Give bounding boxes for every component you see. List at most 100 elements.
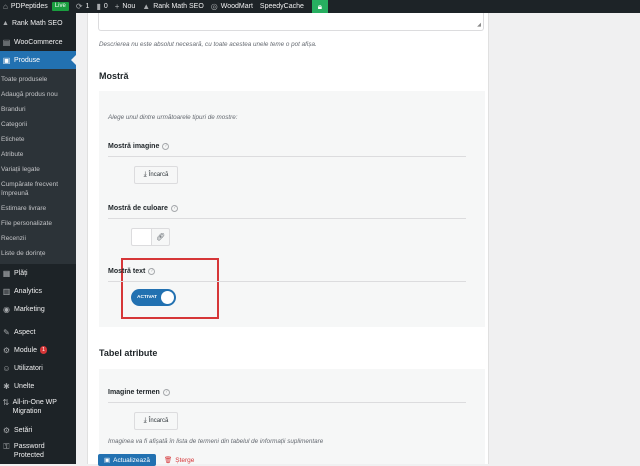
new-item[interactable]: + Nou	[115, 0, 136, 13]
description-help: Descrierea nu este absolut necesară, cu …	[99, 41, 317, 48]
delete-link[interactable]: 🗑︎ Șterge	[164, 456, 195, 465]
wrench-icon: ✱	[3, 381, 10, 391]
sidebar-item-label: Module	[14, 346, 37, 354]
woodmart-label: WoodMart	[220, 3, 253, 10]
submenu-item[interactable]: Etichete	[0, 132, 76, 147]
lock-icon: 🔒︎	[317, 1, 323, 11]
plugin-icon: ⚙	[2, 345, 11, 355]
toggle-knob	[161, 291, 174, 304]
image-swatch-label: Mostră imagine ?	[108, 143, 170, 150]
resize-grip-icon[interactable]: ◢	[477, 22, 481, 28]
submenu-item[interactable]: Variații legate	[0, 162, 76, 177]
toggle-label: ACTIVAT	[137, 295, 158, 300]
sidebar-item-label: Aspect	[14, 328, 36, 336]
paintbrush-icon: ✎	[3, 327, 10, 337]
text-swatch-label-text: Mostră text	[108, 268, 146, 275]
sidebar-item-aio-migration[interactable]: ⇅ All-in-One WP Migration	[0, 395, 76, 421]
submenu-item[interactable]: Branduri	[0, 102, 76, 117]
sidebar-item-aspect[interactable]: ✎ Aspect	[0, 323, 76, 341]
sidebar-item-produse[interactable]: ▣ Produse	[0, 51, 76, 69]
sidebar-item-marketing[interactable]: ◉ Marketing	[0, 300, 76, 318]
help-icon[interactable]: ?	[148, 268, 156, 275]
sidebar-item-utilizatori[interactable]: ☺ Utilizatori	[0, 359, 76, 377]
migration-icon: ⇅	[2, 398, 10, 407]
home-icon: ⌂	[3, 2, 8, 11]
trash-icon: 🗑︎	[164, 457, 173, 464]
box-icon: ▣	[2, 55, 11, 65]
sidebar-item-plati[interactable]: ▦ Plăți	[0, 264, 76, 282]
help-icon[interactable]: ?	[162, 143, 170, 150]
sidebar-item-label: Plăți	[14, 269, 28, 277]
submenu-item[interactable]: Adaugă produs nou	[0, 87, 76, 102]
submenu-item[interactable]: File personalizate	[0, 216, 76, 231]
attribute-table-title: Tabel atribute	[99, 348, 158, 358]
color-swatch-label: Mostră de culoare ?	[108, 205, 178, 212]
delete-link-label: Șterge	[175, 456, 195, 464]
term-image-upload-button[interactable]: ⤓ Încarcă	[134, 412, 178, 430]
updates-count: 1	[85, 3, 90, 10]
color-swatch-preview[interactable]	[131, 228, 152, 246]
update-button[interactable]: ▣ Actualizează	[98, 454, 156, 466]
upload-icon: ⤓	[143, 171, 147, 178]
link-icon: 🔗︎	[156, 234, 165, 241]
description-textarea[interactable]: ◢	[98, 13, 484, 31]
submenu-item[interactable]: Toate produsele	[0, 72, 76, 87]
rankmath-label: Rank Math SEO	[153, 3, 204, 10]
sidebar-item-label: Produse	[14, 56, 41, 64]
help-icon[interactable]: ?	[162, 389, 170, 396]
upload-icon: ⤓	[143, 417, 147, 424]
text-swatch-label: Mostră text ?	[108, 268, 156, 275]
text-swatch-toggle[interactable]: ACTIVAT	[131, 289, 176, 306]
upload-button-label: Încarcă	[148, 172, 169, 178]
term-edit-card: ◢ Descrierea nu este absolut necesară, c…	[87, 13, 489, 464]
upload-button-label: Încarcă	[148, 418, 169, 424]
color-swatch-label-text: Mostră de culoare	[108, 205, 168, 212]
sidebar-item-label: All-in-One WP Migration	[12, 399, 57, 415]
sidebar-item-unelte[interactable]: ✱ Unelte	[0, 377, 76, 395]
sidebar-item-label: Marketing	[14, 305, 45, 313]
image-upload-button[interactable]: ⤓ Încarcă	[134, 166, 178, 184]
sidebar-item-label: Unelte	[14, 382, 35, 390]
action-bar: ▣ Actualizează 🗑︎ Șterge	[98, 454, 194, 466]
woodmart-bar-item[interactable]: ◎ WoodMart	[211, 0, 253, 13]
lock-icon: ⚿	[3, 442, 10, 451]
woocommerce-icon: ▤	[2, 37, 11, 47]
speedycache-bar-item[interactable]: SpeedyCache	[260, 0, 304, 13]
new-label: Nou	[122, 3, 136, 10]
divider	[108, 156, 466, 157]
payments-icon: ▦	[2, 268, 11, 278]
site-name[interactable]: PDPeptides	[11, 3, 48, 10]
submenu-item[interactable]: Recenzii	[0, 231, 76, 246]
help-icon[interactable]: ?	[170, 205, 178, 212]
swatch-section-title: Mostră	[99, 71, 129, 81]
submenu-item[interactable]: Liste de dorințe	[0, 246, 76, 261]
divider	[108, 402, 466, 403]
submenu-item[interactable]: Cumpărate frecvent împreună	[0, 177, 76, 201]
comments-item[interactable]: ▮ 0	[96, 0, 107, 13]
save-icon: ▣	[103, 457, 111, 464]
sidebar-item-woocommerce[interactable]: ▤ WooCommerce	[0, 33, 76, 51]
sidebar-item-password-protected[interactable]: ⚿ Password Protected	[0, 439, 76, 461]
image-swatch-label-text: Mostră imagine	[108, 143, 160, 150]
plus-icon: +	[114, 2, 120, 11]
sidebar-item-module[interactable]: ⚙ Module 1	[0, 341, 76, 359]
admin-bar: ⌂ PDPeptides Live ⟳ 1 ▮ 0 + Nou ▲ Rank M…	[0, 0, 640, 13]
divider	[108, 218, 466, 219]
submenu-item[interactable]: Categorii	[0, 117, 76, 132]
color-picker-button[interactable]: 🔗︎	[152, 228, 170, 246]
sidebar-item-setari[interactable]: ⚙ Setări	[0, 421, 76, 439]
rankmath-icon: ▲	[142, 2, 151, 11]
sidebar-item-rankmath[interactable]: ▲ Rank Math SEO	[0, 13, 76, 33]
term-image-label: Imagine termen ?	[108, 389, 170, 396]
sidebar-item-label: WooCommerce	[14, 38, 63, 46]
wp-home-item[interactable]: ⌂ PDPeptides Live	[3, 0, 69, 13]
submenu-item[interactable]: Atribute	[0, 147, 76, 162]
term-image-help: Imaginea va fi afișată în lista de terme…	[108, 438, 324, 445]
updates-item[interactable]: ⟳ 1	[76, 0, 90, 13]
sidebar-item-label: Password Protected	[13, 443, 45, 459]
security-lock[interactable]: 🔒︎	[311, 0, 328, 13]
update-button-label: Actualizează	[113, 456, 150, 464]
submenu-item[interactable]: Estimare livrare	[0, 201, 76, 216]
rankmath-bar-item[interactable]: ▲ Rank Math SEO	[142, 0, 204, 13]
sidebar-item-analytics[interactable]: ▥ Analytics	[0, 282, 76, 300]
